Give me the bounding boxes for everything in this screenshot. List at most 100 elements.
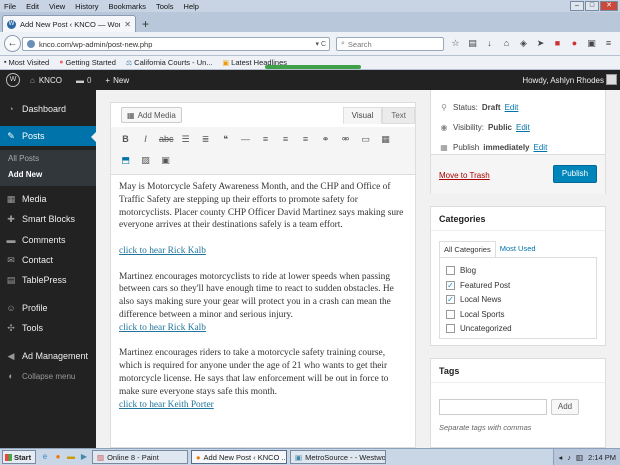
bookmark-california-courts[interactable]: ⚖ California Courts - Un... [126,58,213,67]
blockquote-icon[interactable]: ❝ [219,133,232,146]
menu-help[interactable]: Help [184,2,199,11]
strikethrough-icon[interactable]: abc [159,133,174,146]
wordpress-logo-icon[interactable]: W [6,73,20,87]
align-left-icon[interactable]: ≡ [259,133,272,146]
howdy-user[interactable]: Howdy, Ashlyn Rhodes [522,76,604,85]
sidebar-item-ad-management[interactable]: ◀ Ad Management [0,346,96,366]
comments-count[interactable]: ▬ 0 [76,76,91,85]
edit-date-link[interactable]: Edit [534,143,548,152]
maximize-icon[interactable]: □ [585,1,599,11]
back-button[interactable]: ← [4,35,21,52]
sidebar-item-tools[interactable]: ✣ Tools [0,318,96,338]
tab-close-icon[interactable]: ✕ [124,20,131,29]
categories-title[interactable]: Categories [431,207,605,231]
new-content-button[interactable]: + New [105,76,129,85]
add-media-button[interactable]: ▦ Add Media [121,107,182,123]
tab-most-used[interactable]: Most Used [496,241,540,258]
avatar[interactable] [606,74,617,85]
bookmark-most-visited[interactable]: ▪ Most Visited [4,58,49,67]
minimize-icon[interactable]: – [570,1,584,11]
addon-icon[interactable]: ■ [552,38,563,49]
edit-visibility-link[interactable]: Edit [516,123,530,132]
search-input[interactable]: ⌕ Search [336,37,444,51]
publish-button[interactable]: Publish [553,165,597,183]
download-icon[interactable]: ↓ [484,38,495,49]
reading-list-icon[interactable]: ▤ [467,38,478,49]
sidebar-item-comments[interactable]: ▬ Comments [0,230,96,250]
category-local-sports[interactable]: Local Sports [446,310,504,319]
task-paint[interactable]: ▨ Online 8 - Paint [92,450,188,464]
add-tag-button[interactable]: Add [551,399,579,415]
clip-icon[interactable]: ▣ [586,38,597,49]
sidebar-item-smart-blocks[interactable]: ✚ Smart Blocks [0,209,96,229]
task-metrosource[interactable]: ▣ MetroSource - - Westwo... [290,450,386,464]
numbered-list-icon[interactable]: ≣ [199,133,212,146]
editor-content[interactable]: May is Motorcycle Safety Awareness Month… [119,181,409,424]
menu-tools[interactable]: Tools [156,2,174,11]
align-center-icon[interactable]: ≡ [279,133,292,146]
send-icon[interactable]: ➤ [535,38,546,49]
horizontal-line-icon[interactable]: — [239,133,252,146]
shield-icon[interactable]: ◈ [518,38,529,49]
sidebar-item-tablepress[interactable]: ▤ TablePress [0,270,96,290]
collapse-menu-button[interactable]: ◐ Collapse menu [0,366,96,386]
insert-more-icon[interactable]: ▭ [359,133,372,146]
edit-status-link[interactable]: Edit [505,103,519,112]
sidebar-item-media[interactable]: ▦ Media [0,189,96,209]
network-icon[interactable]: ▥ [576,453,583,462]
menu-edit[interactable]: Edit [26,2,39,11]
menu-file[interactable]: File [4,2,16,11]
checkbox[interactable] [446,324,455,333]
stop-icon[interactable]: ● [569,38,580,49]
audio-link-2[interactable]: click to hear Rick Kalb [119,323,206,333]
site-name[interactable]: ⌂ KNCO [30,76,62,85]
menu-view[interactable]: View [49,2,65,11]
tab-visual[interactable]: Visual [342,107,383,124]
checkbox[interactable] [446,266,455,275]
reload-icon[interactable]: ▾ C [315,40,326,48]
audio-icon[interactable]: ⬒ [119,154,132,167]
italic-icon[interactable]: I [139,133,152,146]
image-icon[interactable]: ▨ [139,154,152,167]
category-featured-post[interactable]: ✓ Featured Post [446,281,510,290]
bullet-list-icon[interactable]: ☰ [179,133,192,146]
category-uncategorized[interactable]: Uncategorized [446,324,512,333]
category-blog[interactable]: Blog [446,266,476,275]
checkbox-checked[interactable]: ✓ [446,295,455,304]
toolbar-toggle-icon[interactable]: ▦ [379,133,392,146]
tray-icon[interactable]: ◂ [558,453,562,462]
category-local-news[interactable]: ✓ Local News [446,295,501,304]
folder-icon[interactable]: ▬ [66,452,76,462]
url-bar[interactable]: knco.com/wp-admin/post-new.php ▾ C [22,37,330,51]
checkbox-checked[interactable]: ✓ [446,281,455,290]
new-tab-button[interactable]: + [142,17,149,31]
star-icon[interactable]: ☆ [450,38,461,49]
bookmark-getting-started[interactable]: ● Getting Started [59,58,116,67]
tags-input[interactable] [439,399,547,415]
checkbox[interactable] [446,310,455,319]
start-button[interactable]: Start [2,450,36,464]
clock[interactable]: 2:14 PM [588,453,616,462]
bold-icon[interactable]: B [119,133,132,146]
tab-all-categories[interactable]: All Categories [439,241,496,258]
media-player-icon[interactable]: ▶ [79,452,89,462]
browser-tab[interactable]: W Add New Post ‹ KNCO — WordPress ✕ [2,15,136,32]
video-icon[interactable]: ▣ [159,154,172,167]
move-to-trash-link[interactable]: Move to Trash [439,171,490,180]
submenu-add-new[interactable]: Add New [8,170,42,179]
tags-title[interactable]: Tags [431,359,605,383]
submenu-all-posts[interactable]: All Posts [8,154,39,163]
home-icon[interactable]: ⌂ [501,38,512,49]
audio-link-1[interactable]: click to hear Rick Kalb [119,246,206,256]
firefox-icon[interactable]: ● [53,452,63,462]
menu-history[interactable]: History [75,2,98,11]
task-firefox[interactable]: ● Add New Post ‹ KNCO ... [191,450,287,464]
align-right-icon[interactable]: ≡ [299,133,312,146]
tab-text[interactable]: Text [382,107,415,124]
menu-bookmarks[interactable]: Bookmarks [109,2,147,11]
sidebar-item-contact[interactable]: ✉ Contact [0,250,96,270]
sidebar-item-posts[interactable]: ✎ Posts [0,126,96,146]
sidebar-item-dashboard[interactable]: ◔ Dashboard [0,99,96,119]
unlink-icon[interactable]: ⚮ [339,133,352,146]
sidebar-item-profile[interactable]: ☺ Profile [0,298,96,318]
